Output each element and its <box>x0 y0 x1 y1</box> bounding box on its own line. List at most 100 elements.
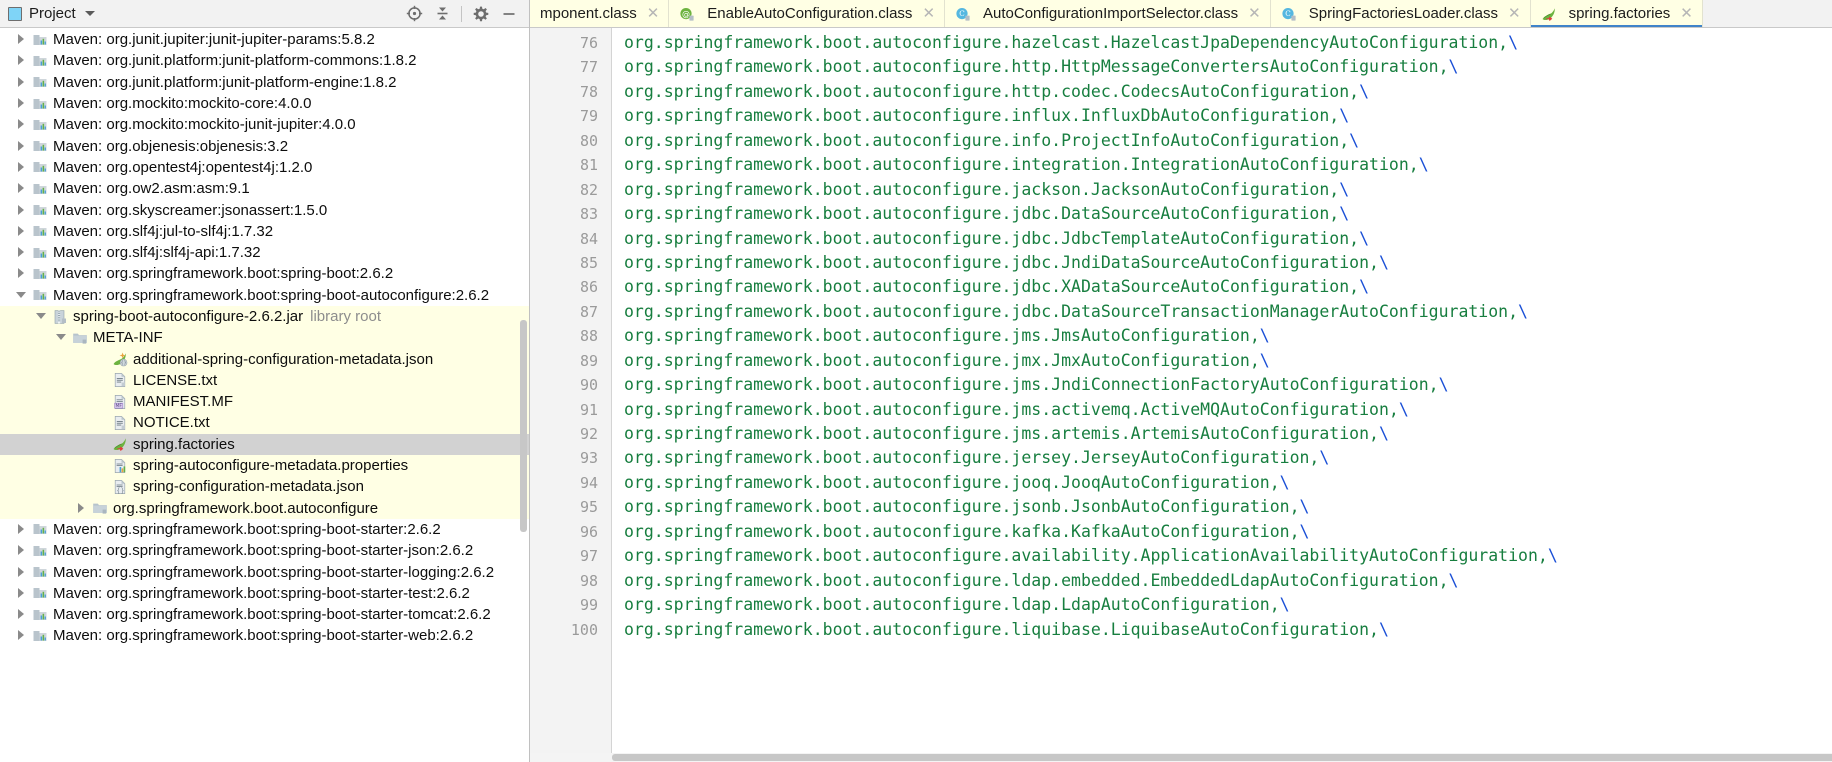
code-line[interactable]: org.springframework.boot.autoconfigure.j… <box>624 422 1832 446</box>
code-editor[interactable]: 76 77 78 79 80 81 82 83 84 85 86 87 88 89 90 91 92 93 94 95… <box>530 28 1832 762</box>
code-line[interactable]: org.springframework.boot.autoconfigure.j… <box>624 471 1832 495</box>
tree-row[interactable]: Maven: org.springframework.boot:spring-b… <box>0 561 529 582</box>
collapse-all-icon[interactable] <box>428 0 456 27</box>
chevron-right-icon[interactable] <box>16 204 27 216</box>
editor-tab[interactable]: C SpringFactoriesLoader.class ✕ <box>1270 0 1531 27</box>
tree-row[interactable]: Maven: org.springframework.boot:spring-b… <box>0 263 529 284</box>
project-panel-title-box[interactable]: Project <box>0 6 95 21</box>
code-line[interactable]: org.springframework.boot.autoconfigure.j… <box>624 398 1832 422</box>
tree-row[interactable]: Maven: org.mockito:mockito-core:4.0.0 <box>0 93 529 114</box>
code-line[interactable]: org.springframework.boot.autoconfigure.j… <box>624 373 1832 397</box>
code-line[interactable]: org.springframework.boot.autoconfigure.h… <box>624 80 1832 104</box>
close-icon[interactable]: ✕ <box>1248 6 1261 21</box>
editor-horizontal-scrollbar-thumb[interactable] <box>612 754 1832 761</box>
close-icon[interactable]: ✕ <box>647 6 660 21</box>
code-line[interactable]: org.springframework.boot.autoconfigure.j… <box>624 202 1832 226</box>
close-icon[interactable]: ✕ <box>922 6 935 21</box>
chevron-down-icon[interactable] <box>84 11 95 16</box>
minimize-icon[interactable] <box>495 0 523 27</box>
tree-row[interactable]: NOTICE.txt <box>0 412 529 434</box>
tree-row[interactable]: Maven: org.springframework.boot:spring-b… <box>0 519 529 540</box>
chevron-right-icon[interactable] <box>16 161 27 173</box>
tree-row[interactable]: spring.factories <box>0 433 529 455</box>
code-line[interactable]: org.springframework.boot.autoconfigure.l… <box>624 569 1832 593</box>
code-line[interactable]: org.springframework.boot.autoconfigure.j… <box>624 495 1832 519</box>
chevron-right-icon[interactable] <box>76 502 87 514</box>
chevron-right-icon[interactable] <box>16 545 27 556</box>
chevron-right-icon[interactable] <box>16 76 27 88</box>
code-line[interactable]: org.springframework.boot.autoconfigure.k… <box>624 520 1832 544</box>
chevron-right-icon[interactable] <box>16 55 27 66</box>
tree-row[interactable]: Maven: org.skyscreamer:jsonassert:1.5.0 <box>0 199 529 220</box>
tree-row[interactable]: spring-autoconfigure-metadata.properties <box>0 454 529 477</box>
gear-icon[interactable] <box>467 0 495 27</box>
tree-row[interactable]: Maven: org.junit.platform:junit-platform… <box>0 50 529 71</box>
tree-row[interactable]: Maven: org.ow2.asm:asm:9.1 <box>0 178 529 199</box>
chevron-right-icon[interactable] <box>16 523 27 535</box>
tree-row[interactable]: spring-boot-autoconfigure-2.6.2.jar libra… <box>0 305 529 328</box>
editor-horizontal-scrollbar[interactable] <box>530 753 1832 762</box>
code-content[interactable]: org.springframework.boot.autoconfigure.h… <box>612 28 1832 762</box>
code-line[interactable]: org.springframework.boot.autoconfigure.i… <box>624 104 1832 128</box>
tree-row[interactable]: Maven: org.springframework.boot:spring-b… <box>0 625 529 646</box>
code-line-text: org.springframework.boot.autoconfigure.j… <box>624 179 1340 199</box>
tree-row[interactable]: Maven: org.junit.platform:junit-platform… <box>0 72 529 93</box>
code-line[interactable]: org.springframework.boot.autoconfigure.j… <box>624 251 1832 275</box>
chevron-right-icon[interactable] <box>16 247 27 258</box>
chevron-right-icon[interactable] <box>16 140 27 152</box>
code-line[interactable]: org.springframework.boot.autoconfigure.j… <box>624 324 1832 348</box>
chevron-down-icon[interactable] <box>56 332 67 343</box>
chevron-right-icon[interactable] <box>16 268 27 279</box>
chevron-right-icon[interactable] <box>16 566 27 578</box>
tree-row[interactable]: {} spring-configuration-metadata.json <box>0 476 529 498</box>
tree-row[interactable]: Maven: org.junit.jupiter:junit-jupiter-p… <box>0 29 529 50</box>
editor-tab[interactable]: spring.factories ✕ <box>1530 0 1703 27</box>
tree-row[interactable]: Maven: org.springframework.boot:spring-b… <box>0 285 529 306</box>
code-line[interactable]: org.springframework.boot.autoconfigure.l… <box>624 618 1832 642</box>
tree-row[interactable]: Maven: org.opentest4j:opentest4j:1.2.0 <box>0 157 529 178</box>
chevron-right-icon[interactable] <box>16 630 27 641</box>
code-line[interactable]: org.springframework.boot.autoconfigure.j… <box>624 275 1832 299</box>
editor-tab[interactable]: C AutoConfigurationImportSelector.class ✕ <box>945 0 1271 27</box>
code-line[interactable]: org.springframework.boot.autoconfigure.l… <box>624 593 1832 617</box>
tree-row[interactable]: Maven: org.springframework.boot:spring-b… <box>0 604 529 625</box>
tree-row[interactable]: Maven: org.slf4j:jul-to-slf4j:1.7.32 <box>0 221 529 242</box>
code-line[interactable]: org.springframework.boot.autoconfigure.j… <box>624 300 1832 324</box>
code-line[interactable]: org.springframework.boot.autoconfigure.j… <box>624 178 1832 202</box>
chevron-right-icon[interactable] <box>16 587 27 599</box>
editor-tab[interactable]: @ EnableAutoConfiguration.class ✕ <box>669 0 946 27</box>
project-tree[interactable]: Maven: org.junit.jupiter:junit-jupiter-p… <box>0 28 529 762</box>
chevron-down-icon[interactable] <box>16 290 27 301</box>
tree-row[interactable]: Maven: org.springframework.boot:spring-b… <box>0 583 529 604</box>
tree-row[interactable]: Maven: org.slf4j:slf4j-api:1.7.32 <box>0 242 529 263</box>
code-line[interactable]: org.springframework.boot.autoconfigure.i… <box>624 153 1832 177</box>
code-line[interactable]: org.springframework.boot.autoconfigure.a… <box>624 544 1832 568</box>
tree-row[interactable]: Maven: org.objenesis:objenesis:3.2 <box>0 135 529 156</box>
close-icon[interactable]: ✕ <box>1508 6 1521 21</box>
code-line[interactable]: org.springframework.boot.autoconfigure.j… <box>624 227 1832 251</box>
tree-row[interactable]: META-INF <box>0 327 529 349</box>
tree-row[interactable]: MF MANIFEST.MF <box>0 391 529 413</box>
tree-row[interactable]: org.springframework.boot.autoconfigure <box>0 497 529 519</box>
chevron-down-icon[interactable] <box>36 311 47 322</box>
locate-target-icon[interactable] <box>400 0 428 27</box>
tree-row[interactable]: Maven: org.springframework.boot:spring-b… <box>0 540 529 561</box>
tree-row[interactable]: Maven: org.mockito:mockito-junit-jupiter… <box>0 114 529 135</box>
editor-tab[interactable]: mponent.class ✕ <box>530 0 670 27</box>
close-icon[interactable]: ✕ <box>1680 6 1693 21</box>
editor-tab-bar[interactable]: mponent.class ✕ @ EnableAutoConfiguration.c… <box>530 0 1832 28</box>
code-line[interactable]: org.springframework.boot.autoconfigure.i… <box>624 129 1832 153</box>
tree-row[interactable]: LICENSE.txt <box>0 369 529 392</box>
chevron-right-icon[interactable] <box>16 34 27 45</box>
project-tree-scrollbar[interactable] <box>520 320 527 532</box>
chevron-right-icon[interactable] <box>16 119 27 130</box>
code-line[interactable]: org.springframework.boot.autoconfigure.h… <box>624 31 1832 55</box>
tree-row[interactable]: {} additional-spring-configuration-metada… <box>0 348 529 370</box>
code-line[interactable]: org.springframework.boot.autoconfigure.j… <box>624 349 1832 373</box>
code-line[interactable]: org.springframework.boot.autoconfigure.h… <box>624 55 1832 79</box>
chevron-right-icon[interactable] <box>16 609 27 620</box>
chevron-right-icon[interactable] <box>16 225 27 237</box>
chevron-right-icon[interactable] <box>16 183 27 194</box>
chevron-right-icon[interactable] <box>16 98 27 109</box>
code-line[interactable]: org.springframework.boot.autoconfigure.j… <box>624 446 1832 470</box>
